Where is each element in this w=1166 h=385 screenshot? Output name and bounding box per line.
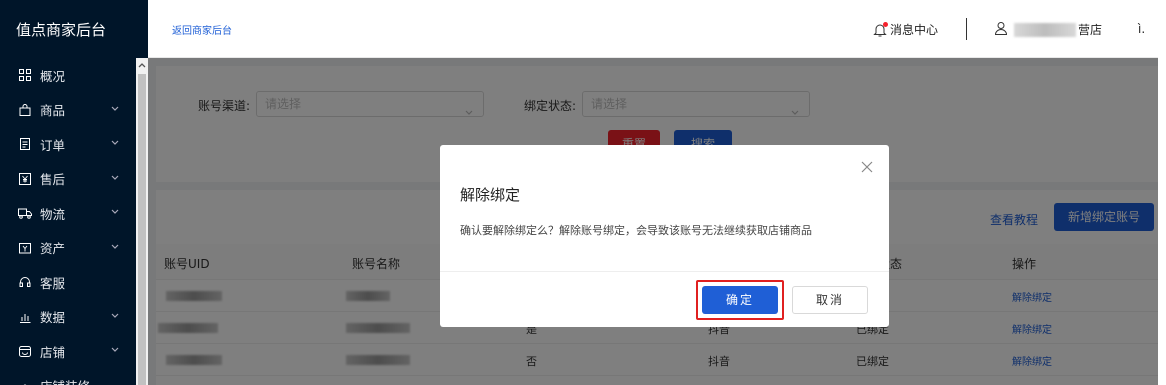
notification-dot [883,21,888,27]
chevron-down-icon [110,311,120,321]
sidebar-item-assets[interactable]: 资产 [0,231,148,266]
chevron-down-icon [110,207,120,217]
chevron-down-icon [110,138,120,148]
scrollbar-thumb[interactable] [138,74,146,385]
sidebar-item-label: 商品 [40,103,66,119]
window-edge [1158,0,1166,385]
header-divider [966,18,967,40]
user-icon [994,21,1008,38]
wallet-icon [18,241,32,255]
sidebar-item-after-sales[interactable]: 售后 [0,162,148,197]
bag-icon [18,103,32,117]
close-icon[interactable] [861,161,873,173]
yen-box-icon [18,172,32,186]
sidebar-item-shop-decoration[interactable]: 店铺装修 [0,369,148,385]
message-center[interactable]: 消息中心 [872,21,938,38]
dialog-message: 确认要解除绑定么？解除账号绑定，会导致该账号无法继续获取店铺商品 [460,224,812,237]
sidebar-item-label: 物流 [40,206,66,222]
shop-icon [18,344,32,358]
top-header: 返回商家后台 消息中心 营店 ì. [148,0,1166,58]
back-to-merchant-link[interactable]: 返回商家后台 [172,22,232,37]
sidebar-item-products[interactable]: 商品 [0,93,148,128]
sidebar-item-shop[interactable]: 店铺 [0,334,148,369]
chevron-down-icon [110,345,120,355]
sidebar-item-label: 店铺装修 [40,376,90,385]
sidebar-item-label: 店铺 [40,344,66,360]
sidebar-item-overview[interactable]: 概况 [0,58,148,93]
chevron-down-icon [110,173,120,183]
dialog-divider [440,271,889,272]
sidebar-item-label: 订单 [40,137,66,153]
cancel-button[interactable]: 取消 [792,286,868,314]
paint-icon [18,379,32,385]
header-tail-text: ì. [1138,22,1146,36]
truck-icon [18,206,32,220]
sidebar-item-label: 数据 [40,310,66,326]
sidebar-item-label: 客服 [40,275,66,291]
message-center-label: 消息中心 [890,23,939,37]
document-icon [18,137,32,151]
chevron-down-icon [110,242,120,252]
scroll-up-icon[interactable] [136,58,148,72]
sidebar-item-logistics[interactable]: 物流 [0,196,148,231]
unbind-dialog: 解除绑定 确认要解除绑定么？解除账号绑定，会导致该账号无法继续获取店铺商品 确定… [440,145,889,327]
sidebar-item-customer-service[interactable]: 客服 [0,265,148,300]
sidebar-item-label: 资产 [40,241,66,257]
headset-icon [18,275,32,289]
shop-name-suffix: 营店 [1078,23,1103,37]
bar-chart-icon [18,310,32,324]
sidebar-menu: 概况 商品 订单 售后 物流 资产 客服 数据 店铺 [0,58,148,385]
sidebar-item-label: 售后 [40,172,66,188]
user-menu[interactable]: 营店 [994,21,1102,38]
dialog-title: 解除绑定 [460,186,521,204]
redacted-shop-name [1014,22,1076,37]
bell-icon [872,21,888,38]
sidebar-item-data[interactable]: 数据 [0,300,148,335]
grid-icon [18,68,32,82]
sidebar: 值点商家后台 概况 商品 订单 售后 物流 资产 客服 数据 店铺 [0,0,148,385]
chevron-down-icon [110,104,120,114]
sidebar-item-label: 概况 [40,68,66,84]
brand-title: 值点商家后台 [16,20,107,39]
confirm-button[interactable]: 确定 [702,286,778,314]
sidebar-item-orders[interactable]: 订单 [0,127,148,162]
